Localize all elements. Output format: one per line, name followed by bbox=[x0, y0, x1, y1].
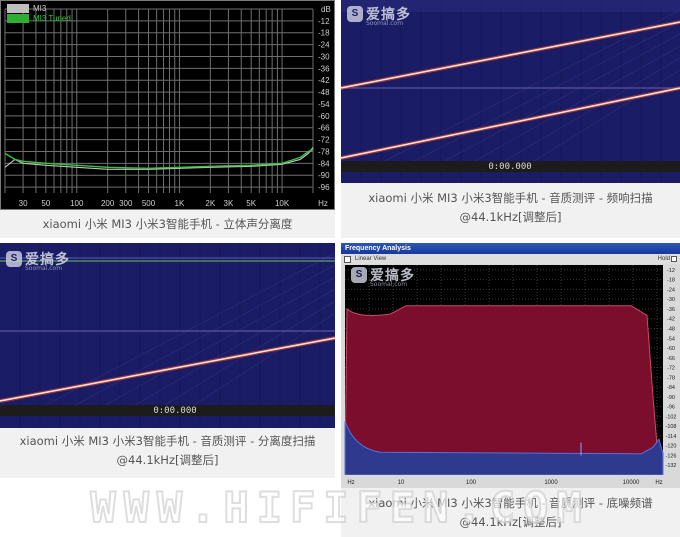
x-tick-label: 3K bbox=[224, 199, 234, 208]
sweep-spectrogram-plot bbox=[341, 0, 680, 183]
series-line-mi3 bbox=[4, 147, 314, 170]
x-tick-label: 2K bbox=[205, 199, 215, 208]
y-tick-label: -60 bbox=[318, 112, 330, 121]
y-tick-label: -48 bbox=[318, 88, 330, 97]
y-tick-label: -42 bbox=[318, 76, 330, 85]
y-tick-label: -30 bbox=[318, 52, 330, 61]
y-tick-label: -96 bbox=[667, 405, 675, 411]
y-tick-label: -18 bbox=[667, 278, 675, 284]
x-tick-label: 5K bbox=[246, 199, 256, 208]
y-tick-label: -54 bbox=[318, 100, 330, 109]
separation-sweep-spectrogram: S 爱搞多 Soomal.com 0:00.000 bbox=[0, 243, 335, 428]
legend-label-mi3: MI3 bbox=[33, 4, 47, 13]
legend-item-mi3: MI3 bbox=[7, 4, 71, 14]
logo-subtext: Soomal.com bbox=[370, 281, 408, 288]
graph-legend: MI3 MI3 Tuned bbox=[7, 4, 71, 24]
y-tick-label: -48 bbox=[667, 326, 675, 332]
y-tick-label: -120 bbox=[665, 444, 676, 450]
x-unit-label: Hz bbox=[318, 199, 328, 208]
y-tick-label: -84 bbox=[318, 159, 330, 168]
y-tick-label: -126 bbox=[665, 453, 676, 459]
stereo-separation-graph: dB -12 -18 -24 -30 -36 -42 -48 -54 -60 -66 -72 -78 -8… bbox=[0, 0, 335, 210]
separation-plot: dB -12 -18 -24 -30 -36 -42 -48 -54 -60 -66 -72 -78 -8… bbox=[4, 5, 331, 208]
legend-swatch-mi3 bbox=[7, 4, 29, 14]
y-tick-label: -42 bbox=[667, 317, 675, 323]
y-tick-label: -24 bbox=[667, 287, 675, 293]
y-tick-label: -60 bbox=[667, 346, 675, 352]
y-tick-label: -12 bbox=[318, 17, 330, 26]
legend-item-mi3-tuned: MI3 Tuned bbox=[7, 14, 71, 24]
x-tick-label: 30 bbox=[19, 199, 28, 208]
y-tick-label: -84 bbox=[667, 385, 675, 391]
y-tick-label: -24 bbox=[318, 41, 330, 50]
legend-swatch-mi3-tuned bbox=[7, 14, 29, 24]
y-tick-label: -72 bbox=[318, 136, 330, 145]
time-readout: 0:00.000 bbox=[488, 162, 532, 172]
y-tick-label: -78 bbox=[318, 147, 330, 156]
x-tick-label: 1K bbox=[175, 199, 185, 208]
soomal-logo-icon: S bbox=[347, 6, 363, 22]
logo-subtext: Soomal.com bbox=[366, 20, 404, 27]
y-tick-label: -12 bbox=[667, 268, 675, 274]
y-tick-label: -36 bbox=[318, 64, 330, 73]
y-tick-label: -18 bbox=[318, 29, 330, 38]
y-tick-label: -90 bbox=[318, 171, 330, 180]
site-watermark: WWW.HIFIFEN.COM bbox=[89, 482, 590, 533]
caption-separation-sweep: xiaomi 小米 MI3 小米3智能手机 - 音质测评 - 分离度扫描@44.… bbox=[0, 428, 335, 478]
frequency-analysis-window: Frequency Analysis Linear View Hold -12-… bbox=[341, 243, 680, 488]
y-tick-label: -66 bbox=[318, 124, 330, 133]
y-tick-label: -90 bbox=[667, 395, 675, 401]
frequency-sweep-spectrogram: S 爱搞多 Soomal.com 0:00.000 bbox=[341, 0, 680, 183]
y-unit-label: dB bbox=[321, 5, 331, 14]
y-tick-label: -72 bbox=[667, 366, 675, 372]
y-tick-label: -96 bbox=[318, 183, 330, 192]
soomal-logo-icon: S bbox=[6, 251, 22, 267]
soomal-logo-icon: S bbox=[351, 267, 367, 283]
y-tick-label: -132 bbox=[665, 463, 676, 469]
legend-label-mi3-tuned: MI3 Tuned bbox=[33, 14, 71, 23]
x-tick-label: 50 bbox=[41, 199, 50, 208]
caption-frequency-sweep: xiaomi 小米 MI3 小米3智能手机 - 音质测评 - 频响扫描@44.1… bbox=[341, 183, 680, 238]
x-tick-label: 100 bbox=[70, 199, 84, 208]
time-readout: 0:00.000 bbox=[153, 406, 197, 416]
caption-stereo-separation: xiaomi 小米 MI3 小米3智能手机 - 立体声分离度 bbox=[0, 210, 335, 238]
y-tick-label: -36 bbox=[667, 307, 675, 313]
spectrogram-background bbox=[341, 0, 680, 183]
logo-subtext: Soomal.com bbox=[25, 265, 63, 272]
y-tick-label: -30 bbox=[667, 297, 675, 303]
x-tick-label: 300 bbox=[119, 199, 133, 208]
x-tick-label: 10K bbox=[275, 199, 290, 208]
y-tick-label: -108 bbox=[665, 424, 676, 430]
y-tick-label: -78 bbox=[667, 375, 675, 381]
spectrum-region-red bbox=[344, 305, 664, 476]
x-tick-label: 500 bbox=[142, 199, 156, 208]
y-tick-label: -54 bbox=[667, 336, 675, 342]
x-tick-label: 200 bbox=[101, 199, 115, 208]
y-tick-label: -102 bbox=[665, 414, 676, 420]
y-tick-label: -66 bbox=[667, 356, 675, 362]
y-tick-label: -114 bbox=[666, 434, 677, 440]
